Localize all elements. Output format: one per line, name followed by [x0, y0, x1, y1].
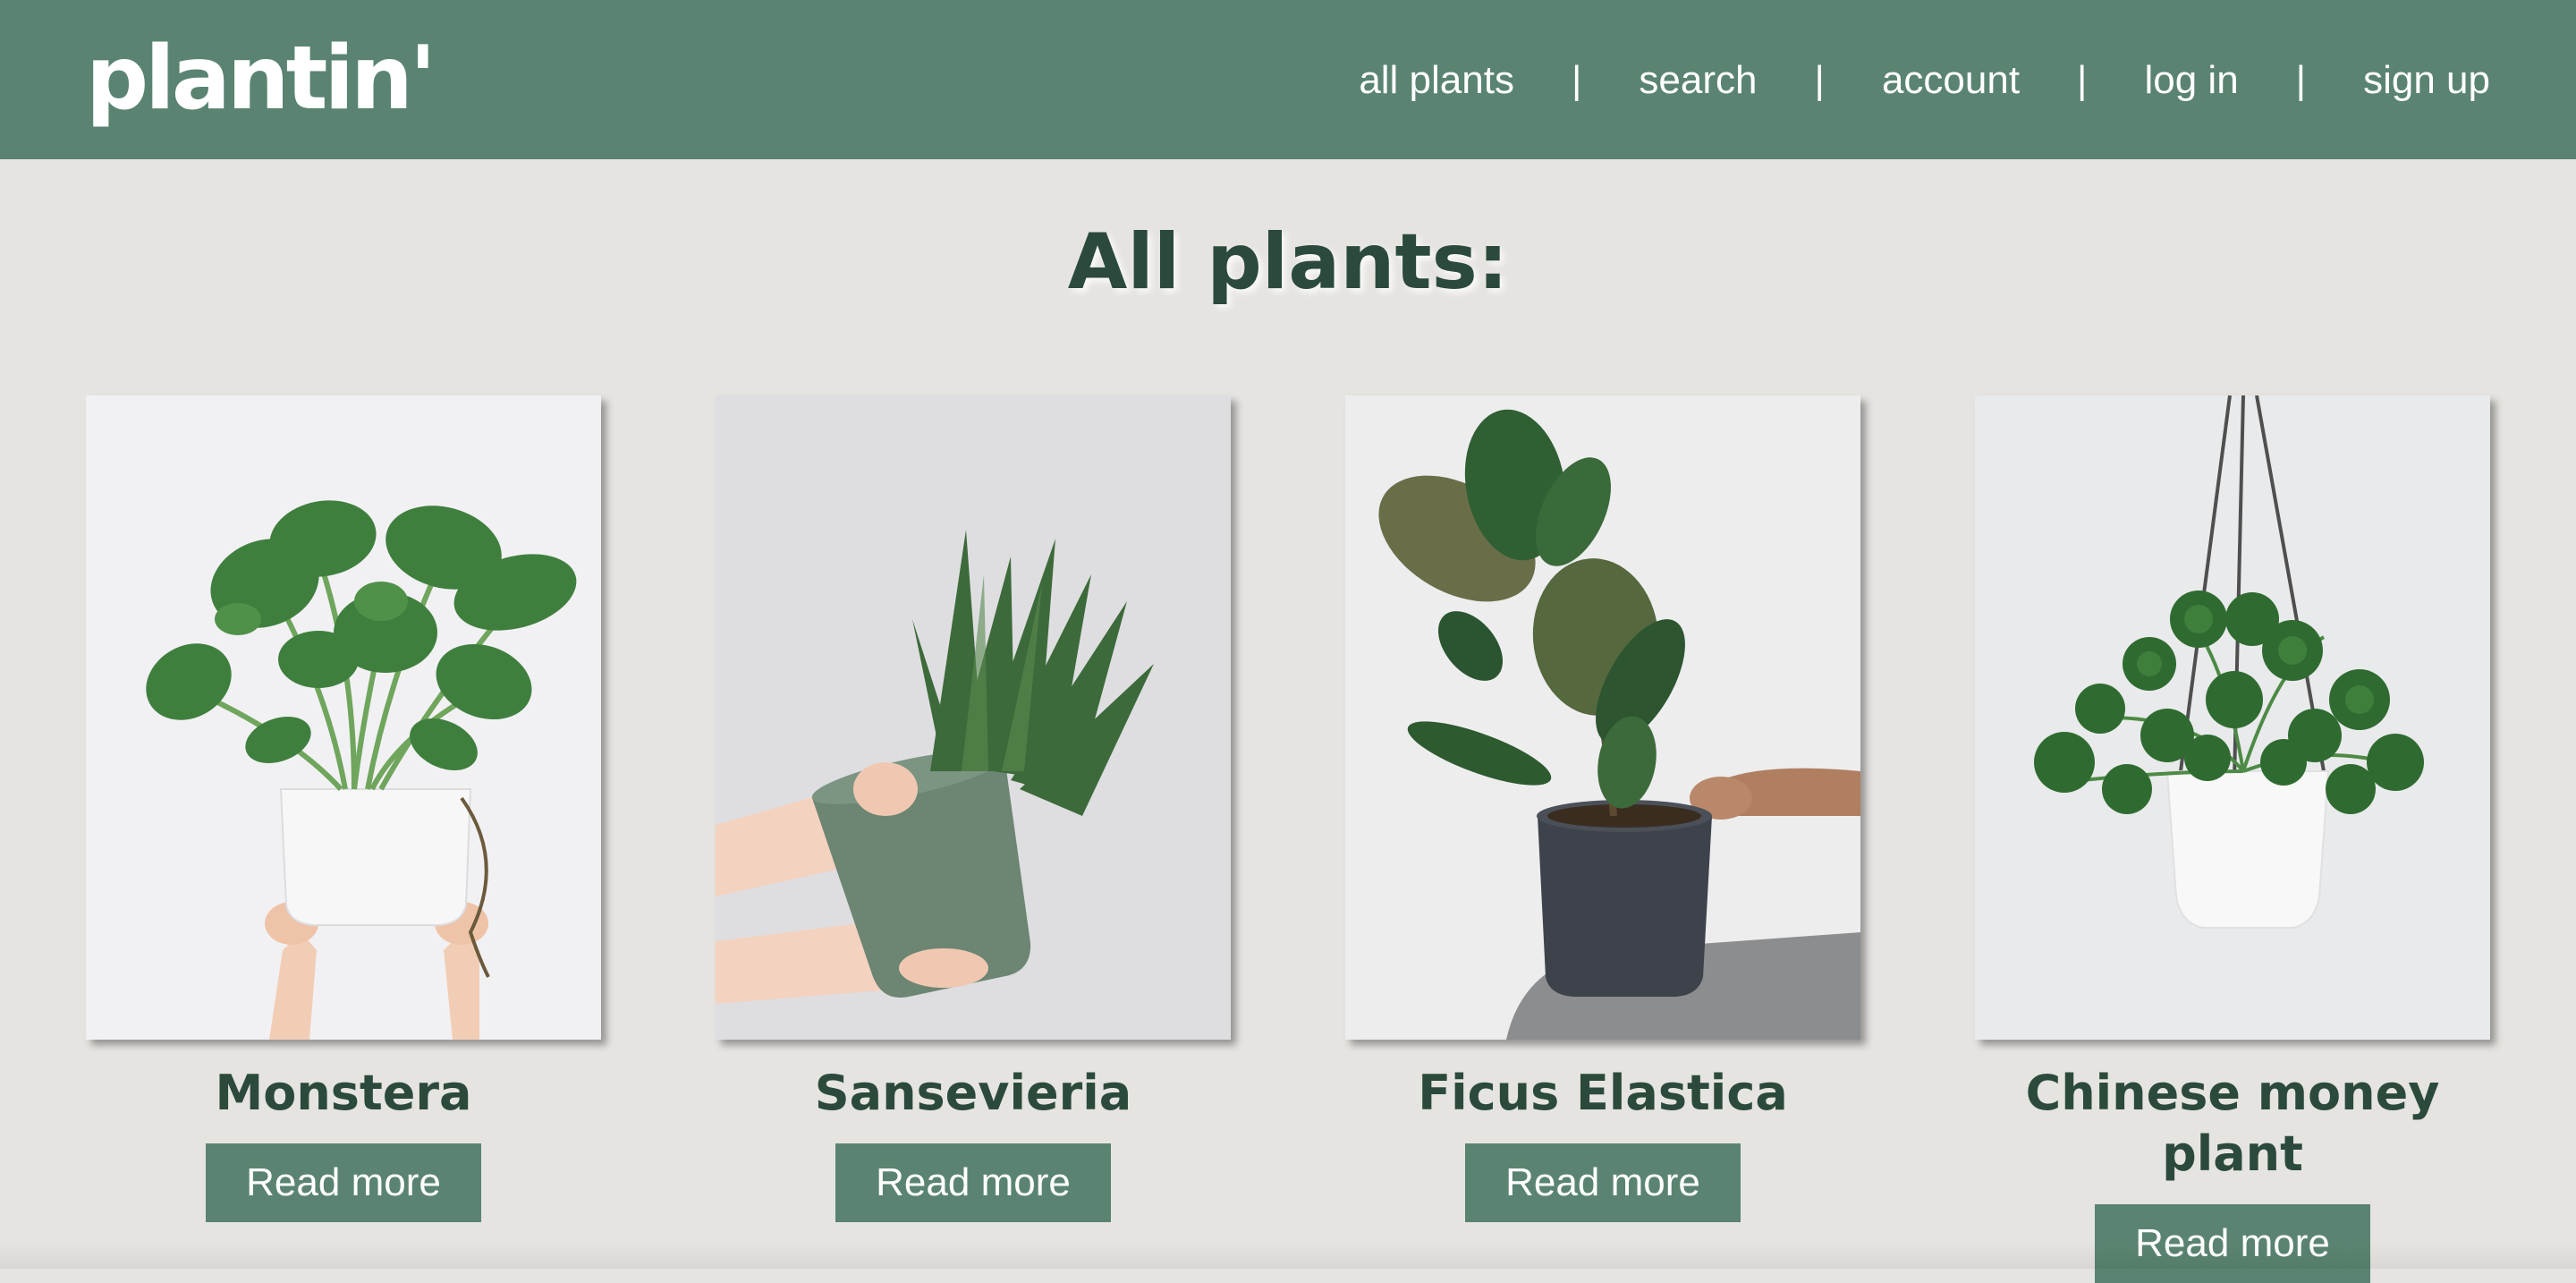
read-more-button[interactable]: Read more [1465, 1143, 1741, 1222]
chinese-money-plant-illustration [1975, 395, 2490, 1040]
main-nav: all plants | search | account | log in |… [1359, 45, 2490, 116]
nav-link-search[interactable]: search [1639, 58, 1757, 103]
nav-separator: | [1571, 58, 1582, 102]
plant-photo-ficus-elastica[interactable] [1345, 395, 1860, 1040]
nav-link-all-plants[interactable]: all plants [1359, 58, 1514, 103]
site-logo[interactable]: plantin' [86, 25, 436, 132]
plant-name: Monstera [215, 1065, 472, 1121]
nav-separator: | [2077, 58, 2088, 102]
plant-name: Ficus Elastica [1418, 1065, 1788, 1121]
ficus-elastica-illustration [1345, 395, 1860, 1040]
plant-grid: Monstera Read more Sansevieria Read more… [86, 395, 2492, 1283]
plant-card-ficus-elastica: Ficus Elastica Read more [1345, 395, 1860, 1222]
plant-name: Chinese money plant [2025, 1065, 2440, 1182]
nav-separator: | [2295, 58, 2307, 102]
nav-link-log-in[interactable]: log in [2144, 58, 2238, 103]
plant-photo-chinese-money-plant[interactable] [1975, 395, 2490, 1040]
plant-card-monstera: Monstera Read more [86, 395, 601, 1222]
read-more-button[interactable]: Read more [206, 1143, 481, 1222]
nav-link-sign-up[interactable]: sign up [2363, 58, 2490, 103]
bottom-shadow [0, 1242, 2576, 1269]
plant-photo-monstera[interactable] [86, 395, 601, 1040]
nav-separator: | [1814, 58, 1825, 102]
page-title: All plants: [1067, 217, 1509, 307]
nav-link-account[interactable]: account [1882, 58, 2020, 103]
plant-name: Sansevieria [814, 1065, 1132, 1121]
site-header: plantin' all plants | search | account |… [0, 0, 2576, 159]
plant-photo-sansevieria[interactable] [716, 395, 1231, 1040]
sansevieria-illustration [716, 395, 1231, 1040]
plant-card-sansevieria: Sansevieria Read more [716, 395, 1231, 1222]
monstera-illustration [86, 395, 601, 1040]
read-more-button[interactable]: Read more [835, 1143, 1111, 1222]
plant-card-chinese-money-plant: Chinese money plant Read more [1975, 395, 2490, 1283]
